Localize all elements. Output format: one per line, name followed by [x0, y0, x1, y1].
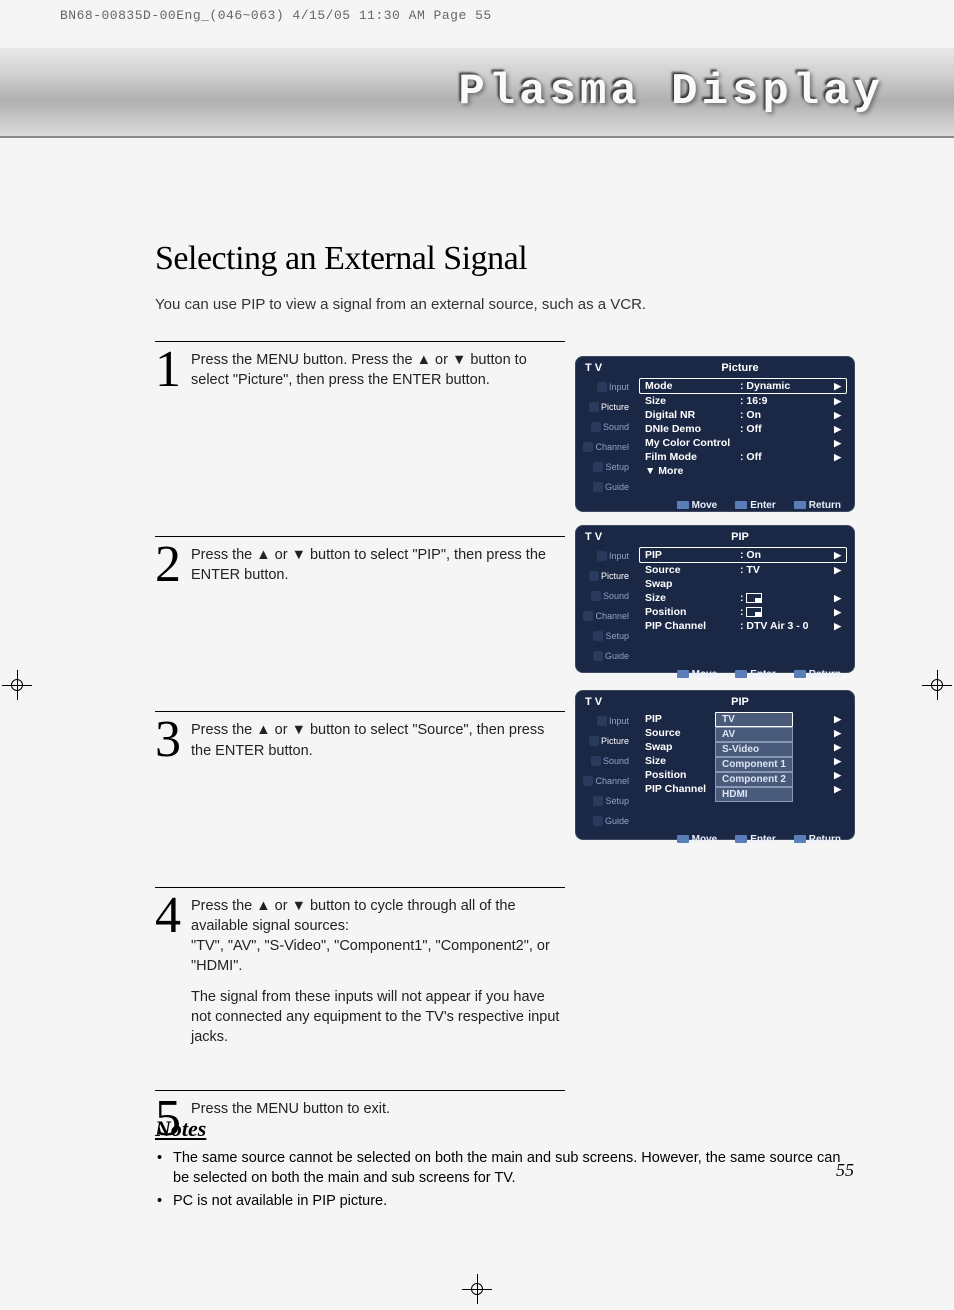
- osd-header-left: T V: [585, 531, 635, 543]
- osd-hint-enter: Enter: [735, 500, 776, 511]
- note-item: PC is not available in PIP picture.: [155, 1191, 855, 1211]
- dropdown-option: Component 2: [715, 772, 793, 787]
- osd-sidebar-item: Picture: [583, 398, 633, 416]
- osd-header-title: PIP: [635, 531, 845, 543]
- osd-menu-row: Position: ▶: [639, 605, 847, 619]
- osd-sidebar-item: Picture: [583, 732, 633, 750]
- step-2: 2 Press the ▲ or ▼ button to select "PIP…: [155, 536, 565, 587]
- osd-header-title: PIP: [635, 696, 845, 708]
- osd-pip-source-menu: T V PIP Input Picture Sound Channel Setup Gui…: [575, 690, 855, 840]
- notes-section: Notes The same source cannot be selected…: [155, 1116, 855, 1213]
- step-1: 1 Press the MENU button. Press the ▲ or …: [155, 341, 565, 392]
- osd-sidebar-item: Sound: [583, 752, 633, 770]
- osd-menu-row: ▼ More: [639, 464, 847, 478]
- osd-hint-enter: Enter: [735, 669, 776, 680]
- osd-sidebar-item: Input: [583, 547, 633, 565]
- osd-sidebar-item: Channel: [583, 772, 633, 790]
- osd-menu-row: Film Mode: Off▶: [639, 450, 847, 464]
- osd-sidebar-item: Setup: [583, 458, 633, 476]
- osd-menu-row: Size: ▶: [639, 591, 847, 605]
- osd-menu-row: PIP Channel: DTV Air 3 - 0▶: [639, 619, 847, 633]
- osd-menu-row: DNIe Demo: Off▶: [639, 422, 847, 436]
- dropdown-option: TV: [715, 712, 793, 727]
- osd-hint-return: Return: [794, 669, 841, 680]
- osd-menu-row: Digital NR: On▶: [639, 408, 847, 422]
- osd-menu-row: Swap: [639, 577, 847, 591]
- osd-sidebar-item: Sound: [583, 418, 633, 436]
- osd-menu-row: PIP: On▶: [639, 547, 847, 563]
- step-number: 4: [155, 894, 191, 938]
- osd-pip-menu: T V PIP Input Picture Sound Channel Setup Gui…: [575, 525, 855, 673]
- banner-title: Plasma Display: [458, 67, 884, 117]
- osd-source-dropdown: TVAVS-VideoComponent 1Component 2HDMI: [717, 712, 793, 802]
- note-item: The same source cannot be selected on bo…: [155, 1148, 855, 1189]
- crop-mark-icon: [462, 1274, 492, 1304]
- notes-heading: Notes: [155, 1116, 855, 1142]
- osd-hint-move: Move: [677, 669, 718, 680]
- dropdown-option: HDMI: [715, 787, 793, 802]
- step-4: 4 Press the ▲ or ▼ button to cycle throu…: [155, 887, 565, 1058]
- osd-sidebar-item: Guide: [583, 478, 633, 496]
- step-text: Press the ▲ or ▼ button to select "Sourc…: [191, 718, 565, 761]
- osd-sidebar-item: Channel: [583, 607, 633, 625]
- osd-hint-enter: Enter: [735, 834, 776, 845]
- step-3: 3 Press the ▲ or ▼ button to select "Sou…: [155, 711, 565, 762]
- intro-text: You can use PIP to view a signal from an…: [155, 296, 855, 313]
- osd-hint-move: Move: [677, 834, 718, 845]
- osd-menu-row: Mode: Dynamic▶: [639, 378, 847, 394]
- osd-hint-move: Move: [677, 500, 718, 511]
- osd-hint-return: Return: [794, 500, 841, 511]
- step-number: 2: [155, 543, 191, 587]
- osd-header-left: T V: [585, 696, 635, 708]
- osd-menu-row: Source: TV▶: [639, 563, 847, 577]
- dropdown-option: S-Video: [715, 742, 793, 757]
- step-text: Press the MENU button. Press the ▲ or ▼ …: [191, 348, 565, 391]
- osd-sidebar-item: Guide: [583, 812, 633, 830]
- osd-hint-return: Return: [794, 834, 841, 845]
- page-title: Selecting an External Signal: [155, 240, 855, 278]
- osd-sidebar-item: Guide: [583, 647, 633, 665]
- osd-sidebar-item: Input: [583, 378, 633, 396]
- crop-mark-icon: [2, 670, 32, 700]
- osd-sidebar-item: Channel: [583, 438, 633, 456]
- osd-menu-row: Size: 16:9▶: [639, 394, 847, 408]
- step-text: Press the ▲ or ▼ button to cycle through…: [191, 894, 565, 1058]
- dropdown-option: AV: [715, 727, 793, 742]
- page-banner: Plasma Display: [0, 48, 954, 138]
- dropdown-option: Component 1: [715, 757, 793, 772]
- osd-header-left: T V: [585, 362, 635, 374]
- osd-picture-menu: T V Picture InputPictureSoundChannelSetu…: [575, 356, 855, 512]
- osd-sidebar-item: Input: [583, 712, 633, 730]
- osd-sidebar-item: Setup: [583, 792, 633, 810]
- osd-sidebar-item: Sound: [583, 587, 633, 605]
- osd-sidebar-item: Setup: [583, 627, 633, 645]
- osd-menu-row: My Color Control▶: [639, 436, 847, 450]
- step-text: Press the ▲ or ▼ button to select "PIP",…: [191, 543, 565, 586]
- step-number: 3: [155, 718, 191, 762]
- page-number: 55: [836, 1160, 854, 1181]
- file-header: BN68-00835D-00Eng_(046~063) 4/15/05 11:3…: [60, 8, 492, 23]
- crop-mark-icon: [922, 670, 952, 700]
- osd-header-title: Picture: [635, 362, 845, 374]
- step-number: 1: [155, 348, 191, 392]
- osd-sidebar-item: Picture: [583, 567, 633, 585]
